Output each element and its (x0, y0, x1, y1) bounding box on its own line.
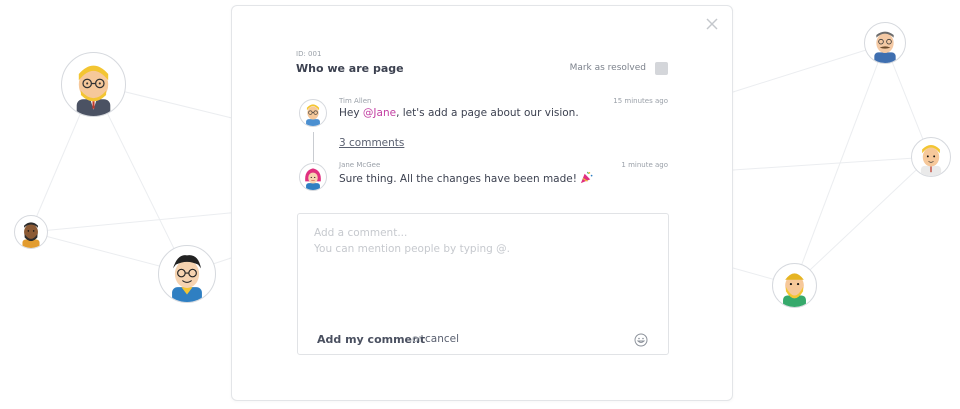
comment-text-body: Sure thing. All the changes have been ma… (339, 173, 577, 185)
avatar-blond-man (911, 137, 951, 177)
avatar-blond-glasses (61, 52, 126, 117)
comment-author: Jane McGee (339, 161, 381, 169)
comment-text-before: Hey (339, 107, 363, 119)
comment-time: 15 minutes ago (613, 97, 668, 105)
avatar-dark-hair-glasses (158, 245, 216, 303)
mark-resolved-checkbox[interactable] (655, 62, 668, 75)
add-comment-button[interactable]: Add my comment (317, 333, 425, 346)
comment-text: Hey @Jane, let's add a page about our vi… (339, 107, 579, 119)
or-separator: or (412, 333, 423, 345)
comment-time: 1 minute ago (621, 161, 668, 169)
comment-panel: ID: 001 Who we are page Mark as resolved… (231, 5, 733, 401)
page-id: ID: 001 (296, 50, 322, 58)
cancel-button[interactable]: cancel (425, 333, 459, 345)
comment-input[interactable]: Add a comment... You can mention people … (297, 213, 669, 355)
avatar-tim-allen (299, 99, 327, 127)
avatar-bearded-beanie (772, 263, 817, 308)
mention-link[interactable]: @Jane (363, 107, 396, 119)
close-icon[interactable] (704, 16, 720, 32)
page-title: Who we are page (296, 62, 404, 75)
party-popper-icon (580, 171, 593, 187)
comment-placeholder: Add a comment... (314, 227, 408, 239)
mark-resolved-label: Mark as resolved (569, 63, 646, 73)
avatar-jane-mcgee (299, 163, 327, 191)
comment-text-after: , let's add a page about our vision. (396, 107, 579, 119)
comment-author: Tim Allen (339, 97, 372, 105)
thread-connector (313, 132, 314, 162)
comments-count-link[interactable]: 3 comments (339, 137, 404, 149)
emoji-icon[interactable] (634, 332, 648, 347)
avatar-mustache-glasses (864, 22, 906, 64)
comment-placeholder-hint: You can mention people by typing @. (314, 243, 510, 255)
avatar-bearded-dark (14, 215, 48, 249)
comment-text: Sure thing. All the changes have been ma… (339, 171, 593, 187)
